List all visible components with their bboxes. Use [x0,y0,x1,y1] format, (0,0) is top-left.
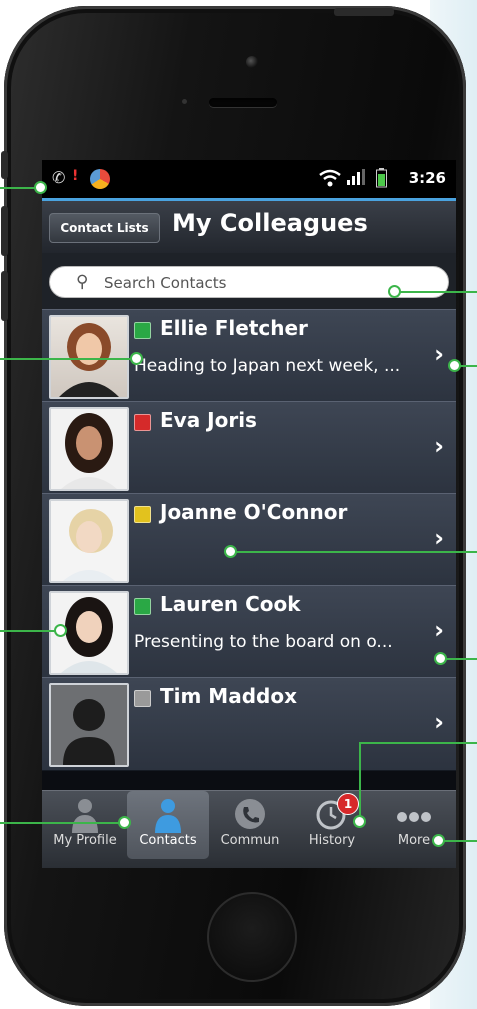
contact-name: Ellie Fletcher [160,316,308,340]
callout-marker [434,652,447,665]
contact-row-joanne-oconnor[interactable]: Joanne O'Connor › [42,493,456,587]
callout-line [0,358,132,360]
callout-marker [130,352,143,365]
dots-icon [373,791,455,833]
tab-communications[interactable]: Commun [209,791,291,859]
tab-my-profile[interactable]: My Profile [44,791,126,859]
sensor [182,99,187,104]
contact-row-ellie-fletcher[interactable]: Ellie Fletcher Heading to Japan next wee… [42,309,456,403]
avatar-placeholder [49,683,129,767]
chevron-right-icon[interactable]: › [434,340,444,368]
status-bar: ✆ ! 3:26 [42,160,456,198]
history-badge: 1 [337,793,359,815]
callout-marker [432,834,445,847]
alert-icon: ! [72,168,79,184]
presence-indicator [134,506,151,523]
app-icon [90,169,110,189]
avatar [49,315,129,399]
contact-row-lauren-cook[interactable]: Lauren Cook Presenting to the board on o… [42,585,456,679]
callout-line [398,291,477,293]
contact-status-message: Heading to Japan next week, ... [134,356,401,376]
callout-marker [353,815,366,828]
contact-lists-button[interactable]: Contact Lists [49,213,160,243]
contact-name: Lauren Cook [160,592,301,616]
tab-contacts[interactable]: Contacts [127,791,209,859]
phone-screen: ✆ ! 3:26 Contact Lists My Colleagues ⚲ E… [42,160,456,868]
tab-label: Commun [220,833,280,848]
callout-marker [118,816,131,829]
contact-row-tim-maddox[interactable]: Tim Maddox › [42,677,456,771]
front-camera [246,56,258,68]
chevron-right-icon[interactable]: › [434,708,444,736]
home-button[interactable] [207,892,297,982]
search-bar: ⚲ [42,253,456,309]
callout-marker [34,181,47,194]
tab-label: Contacts [139,833,197,848]
presence-indicator [134,322,151,339]
chevron-right-icon[interactable]: › [434,616,444,644]
callout-line [0,630,56,632]
contact-name: Tim Maddox [160,684,297,708]
chevron-right-icon[interactable]: › [434,524,444,552]
tab-label: History [308,833,356,848]
callout-line [444,658,477,660]
person-icon [127,791,209,833]
search-input[interactable] [102,271,406,295]
tab-more[interactable]: More [373,791,455,859]
power-button [334,8,394,16]
callout-marker [388,285,401,298]
phone-missed-icon: ✆ [52,168,66,187]
presence-indicator [134,690,151,707]
presence-indicator [134,598,151,615]
callout-marker [224,545,237,558]
contact-row-eva-joris[interactable]: Eva Joris › [42,401,456,495]
contact-status-message: Presenting to the board on o... [134,632,393,652]
avatar [49,499,129,583]
callout-line [0,822,120,824]
volume-down-button [1,271,8,321]
presence-indicator [134,414,151,431]
callout-line [359,742,361,818]
callout-line [359,742,477,744]
volume-up-button [1,206,8,256]
contact-name: Eva Joris [160,408,257,432]
callout-line [234,551,477,553]
chevron-right-icon[interactable]: › [434,432,444,460]
contact-name: Joanne O'Connor [160,500,348,524]
callout-line [0,187,36,189]
mute-switch [1,151,8,179]
phone-icon [209,791,291,833]
clock: 3:26 [408,169,446,187]
title-bar: Contact Lists My Colleagues [42,201,456,253]
battery-icon [376,168,387,192]
callout-marker [54,624,67,637]
avatar [49,407,129,491]
earpiece-speaker [209,98,277,107]
search-icon: ⚲ [76,272,89,292]
page-title: My Colleagues [172,209,368,237]
tab-label: My Profile [53,833,117,848]
bottom-tab-bar: My Profile Contacts Commun 1 History Mor… [42,790,456,868]
callout-marker [448,359,461,372]
callout-line [442,840,477,842]
signal-icon [346,168,366,190]
wifi-icon [318,168,342,192]
